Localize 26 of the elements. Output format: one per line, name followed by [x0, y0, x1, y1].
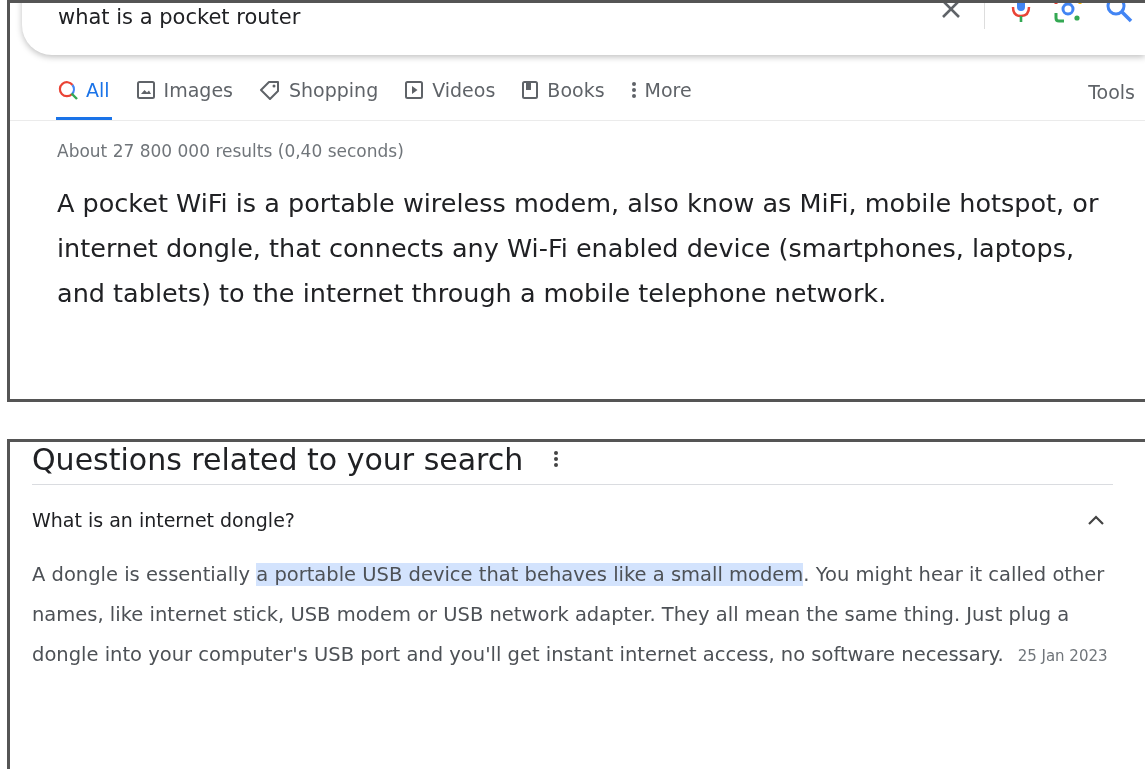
search-tab[interactable]: Videos	[402, 69, 498, 120]
more-icon[interactable]	[553, 449, 560, 469]
search-field[interactable]: what is a pocket router	[22, 3, 1145, 55]
more-icon	[630, 80, 637, 100]
camera-icon[interactable]	[1053, 3, 1083, 24]
tag-icon	[258, 80, 281, 100]
search-tab[interactable]: More	[628, 69, 694, 120]
section-title: Questions related to your search	[32, 441, 524, 477]
search-tab[interactable]: Books	[519, 69, 607, 120]
search-tab[interactable]: Shopping	[256, 69, 381, 120]
tools-button[interactable]: Tools	[1078, 69, 1145, 120]
chevron-icon[interactable]	[1087, 514, 1105, 526]
close-icon[interactable]	[940, 3, 962, 20]
book-icon	[521, 80, 540, 100]
question-item[interactable]: What is an internet dongle?	[32, 485, 1113, 549]
image-icon	[135, 80, 156, 100]
microphone-icon[interactable]	[1011, 3, 1031, 24]
search-tab[interactable]: All	[56, 69, 112, 120]
result-stats: About 27 800 000 results (0,40 seconds)	[57, 141, 405, 161]
question-text: What is an internet dongle?	[32, 509, 295, 531]
search-icon	[58, 80, 78, 100]
answer-text: A dongle is essentially a portable USB device that behaves like a small modem. You might hear it called other names, like internet stick, USB modem or USB network adapter. They all mean the same thing. Just plug a dongle into your computer's USB port and you'll get instant internet access, no software necessary. 25 Jan 2023	[32, 562, 1109, 668]
featured-snippet: A pocket WiFi is a portable wireless modem, also know as MiFi, mobile hotspot, or internet dongle, that connects any Wi-Fi enabled device (smartphones, laptops, and tablets) to the internet through a mobile telephone network.	[57, 187, 1100, 310]
play-icon	[404, 80, 425, 100]
search-icon[interactable]	[1105, 3, 1133, 23]
search-tab[interactable]: Images	[133, 69, 235, 120]
